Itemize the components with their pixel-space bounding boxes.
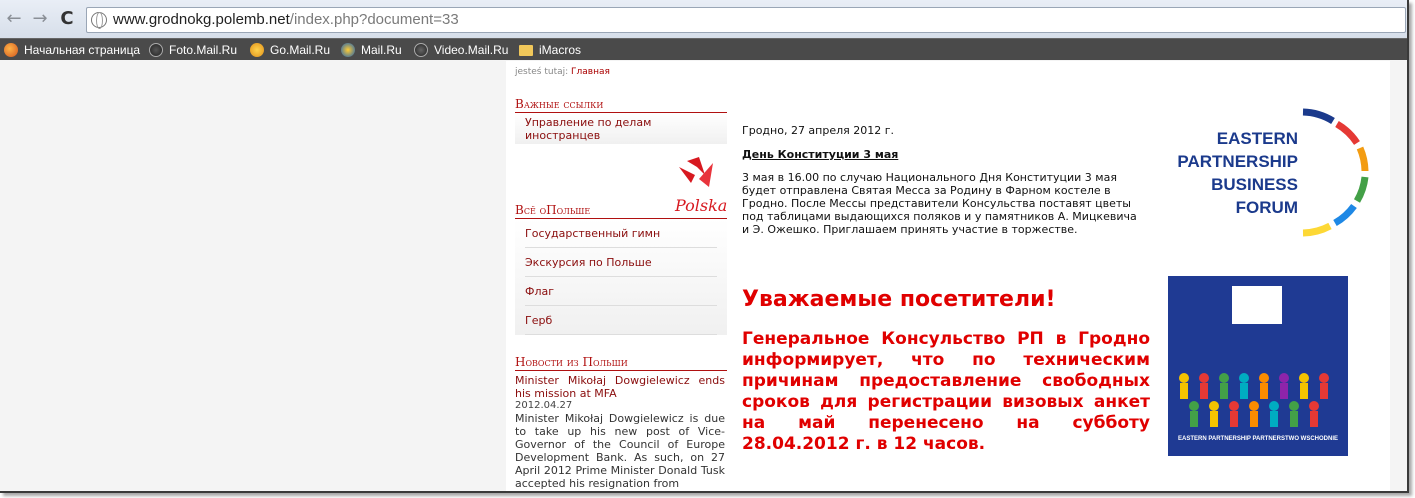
- epbf-banner[interactable]: EASTERN PARTNERSHIP BUSINESS FORUM: [1143, 107, 1375, 239]
- bookmark-label: Go.Mail.Ru: [270, 43, 331, 57]
- folder-icon: [519, 44, 533, 56]
- bookmark-go-mail[interactable]: Go.Mail.Ru: [250, 41, 330, 59]
- page-viewport: jesteś tutaj: Главная Важные ссылки Упра…: [0, 61, 1393, 491]
- article-headline: День Конституции 3 мая: [742, 148, 899, 161]
- news-date: 2012.04.27: [515, 400, 573, 411]
- browser-window: ← → C www.grodnokg.polemb.net/index.php?…: [0, 0, 1409, 493]
- poster-caption: EASTERN PARTNERSHIP PARTNERSTWO WSCHODNI…: [1177, 436, 1338, 442]
- globe-icon: [91, 12, 107, 29]
- menu-flag[interactable]: Флаг: [525, 277, 717, 306]
- epbf-ring-icon: [1302, 108, 1369, 237]
- breadcrumb: jesteś tutaj: Главная: [515, 67, 610, 77]
- firefox-icon: [4, 43, 18, 57]
- poster-figures: [1179, 373, 1329, 427]
- mail-ru-icon: [341, 43, 355, 57]
- breadcrumb-home-link[interactable]: Главная: [571, 67, 610, 77]
- about-heading: Всё оПольше: [515, 203, 727, 219]
- bookmark-video-mail[interactable]: Video.Mail.Ru: [414, 41, 508, 59]
- menu-tour[interactable]: Экскурсия по Польше: [525, 248, 717, 277]
- bookmark-label: Начальная страница: [24, 43, 141, 57]
- news-body: Minister Mikołaj Dowgielewicz is due to …: [515, 412, 725, 490]
- browser-toolbar: ← → C www.grodnokg.polemb.net/index.php?…: [0, 0, 1407, 38]
- epbf-text: EASTERN PARTNERSHIP BUSINESS FORUM: [1143, 127, 1298, 219]
- notice-title: Уважаемые посетители!: [742, 287, 1056, 312]
- article-paragraph: 3 мая в 16.00 по случаю Национального Дн…: [742, 171, 1137, 236]
- article-date: Гродно, 27 апреля 2012 г.: [742, 124, 895, 137]
- notice-body: Генеральное Консульство РП в Гродно инфо…: [742, 329, 1150, 454]
- reload-button[interactable]: C: [57, 9, 77, 29]
- url-host: www.grodnokg.polemb.net: [113, 11, 290, 28]
- bookmark-label: iMacros: [539, 43, 582, 57]
- bookmark-mail-ru[interactable]: Mail.Ru: [341, 41, 402, 59]
- epbf-line: BUSINESS: [1211, 175, 1298, 194]
- news-title-link[interactable]: Minister Mikołaj Dowgielewicz ends his m…: [515, 374, 725, 400]
- breadcrumb-prefix: jesteś tutaj:: [515, 67, 569, 77]
- bookmarks-bar: Начальная страница Foto.Mail.Ru Go.Mail.…: [0, 38, 1407, 60]
- link-foreigners-office[interactable]: Управление по делам иностранцев: [525, 116, 675, 142]
- links-heading: Важные ссылки: [515, 97, 727, 113]
- menu-coat-of-arms[interactable]: Герб: [525, 306, 717, 335]
- bookmark-label: Foto.Mail.Ru: [169, 43, 238, 57]
- bookmark-imacros[interactable]: iMacros: [519, 41, 581, 59]
- forward-button[interactable]: →: [30, 9, 50, 29]
- video-mail-icon: [414, 43, 428, 57]
- poster-logo: [1232, 286, 1282, 324]
- eastern-partnership-poster[interactable]: EASTERN PARTNERSHIP PARTNERSTWO WSCHODNI…: [1168, 276, 1348, 456]
- epbf-line: FORUM: [1235, 198, 1298, 217]
- address-bar[interactable]: www.grodnokg.polemb.net/index.php?docume…: [86, 7, 1406, 33]
- foto-mail-icon: [149, 43, 163, 57]
- url-path: /index.php?document=33: [289, 11, 459, 28]
- go-mail-icon: [250, 43, 264, 57]
- epbf-line: PARTNERSHIP: [1177, 152, 1298, 171]
- bookmark-label: Mail.Ru: [361, 43, 402, 57]
- epbf-line: EASTERN: [1216, 129, 1298, 148]
- bookmark-home[interactable]: Начальная страница: [4, 41, 140, 59]
- back-button[interactable]: ←: [4, 9, 24, 29]
- url-text[interactable]: www.grodnokg.polemb.net/index.php?docume…: [113, 11, 459, 28]
- bookmark-foto-mail[interactable]: Foto.Mail.Ru: [149, 41, 237, 59]
- page-content: jesteś tutaj: Главная Важные ссылки Упра…: [506, 61, 1390, 491]
- menu-anthem[interactable]: Государственный гимн: [525, 219, 717, 248]
- news-heading: Новости из Польши: [515, 355, 727, 371]
- bookmark-label: Video.Mail.Ru: [434, 43, 509, 57]
